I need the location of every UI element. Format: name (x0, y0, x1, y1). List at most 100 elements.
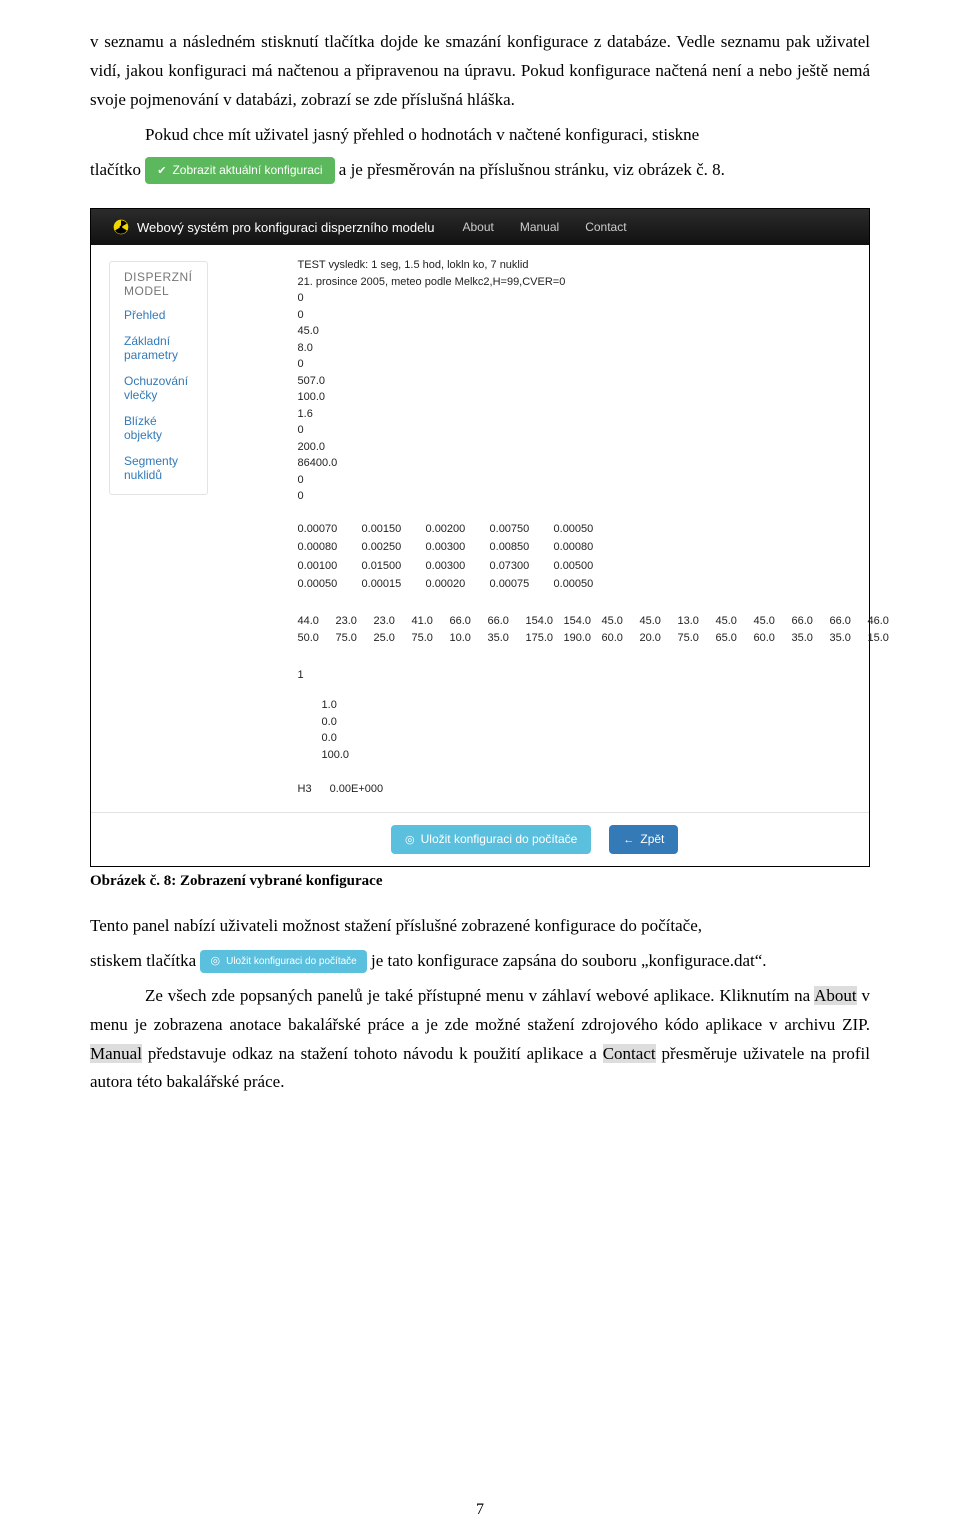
cell: 35.0 (792, 630, 820, 647)
paragraph-1a: v seznamu a následném stisknutí tlačítka… (90, 28, 870, 115)
page-number: 7 (0, 1501, 960, 1519)
contact-highlight: Contact (603, 1044, 656, 1063)
cell: 175.0 (526, 630, 554, 647)
paragraph-3: Ze všech zde popsaných panelů je také př… (90, 982, 870, 1098)
cfg-val: 100.0 (322, 747, 896, 764)
cell: 45.0 (640, 613, 668, 630)
cfg-val: 0 (298, 290, 896, 307)
cfg-val: 0.00E+000 (330, 781, 384, 798)
text-after-btn: a je přesměrován na příslušnou stránku, … (339, 160, 725, 179)
cell: 65.0 (716, 630, 744, 647)
cell: 75.0 (412, 630, 440, 647)
cfg-val: 0.0 (322, 730, 896, 747)
figure-screenshot: Webový systém pro konfiguraci disperzníh… (90, 208, 870, 867)
cell: 10.0 (450, 630, 478, 647)
manual-highlight: Manual (90, 1044, 142, 1063)
cfg-val: 1.0 (322, 697, 896, 714)
cell: 23.0 (336, 613, 364, 630)
sidebar-item-zakladni[interactable]: Základní parametry (110, 328, 207, 368)
cell: 35.0 (488, 630, 516, 647)
cfg-col2: 1.0 0.0 0.0 100.0 (322, 697, 896, 763)
download-config-button-inline[interactable]: Uložit konfiguraci do počítače (200, 950, 366, 973)
cell: 25.0 (374, 630, 402, 647)
cfg-single: 1 (298, 667, 896, 684)
paragraph-1b: Pokud chce mít uživatel jasný přehled o … (90, 121, 870, 150)
view-config-button[interactable]: Zobrazit aktuální konfiguraci (145, 157, 334, 184)
cell: 45.0 (716, 613, 744, 630)
cfg-grid5: 0.00070 0.00150 0.00200 0.00750 0.00050 … (298, 521, 896, 593)
cell: 0.00070 (298, 521, 346, 538)
cell: 0.00050 (298, 576, 346, 593)
cfg-line2: 21. prosince 2005, meteo podle Melkc2,H=… (298, 274, 896, 291)
radiation-icon (113, 219, 129, 235)
about-highlight: About (814, 986, 857, 1005)
brand-text: Webový systém pro konfiguraci disperzníh… (137, 220, 434, 235)
cell: 75.0 (678, 630, 706, 647)
back-button[interactable]: Zpět (609, 825, 678, 854)
navbar: Webový systém pro konfiguraci disperzníh… (91, 209, 869, 245)
cell: 190.0 (564, 630, 592, 647)
cfg-wide: 44.0 23.0 23.0 41.0 66.0 66.0 154.0 154.… (298, 613, 896, 647)
cell: 60.0 (754, 630, 782, 647)
cell: 0.00300 (426, 539, 474, 556)
cell: 0.00015 (362, 576, 410, 593)
cell: 0.00075 (490, 576, 538, 593)
cell: 0.00080 (554, 539, 602, 556)
cfg-val: 0.0 (322, 714, 896, 731)
sidebar-heading: DISPERZNÍ MODEL (110, 262, 207, 302)
cell: 66.0 (792, 613, 820, 630)
cfg-val: 200.0 (298, 439, 896, 456)
paragraph-1c: tlačítko Zobrazit aktuální konfiguraci a… (90, 156, 870, 185)
cell: 0.00100 (298, 558, 346, 575)
sidebar-item-ochuzovani[interactable]: Ochuzování vlečky (110, 368, 207, 408)
cell: 0.00150 (362, 521, 410, 538)
sidebar-item-blizke[interactable]: Blízké objekty (110, 408, 207, 448)
p3-c: představuje odkaz na stažení tohoto návo… (142, 1044, 603, 1063)
cell: 66.0 (830, 613, 858, 630)
brand[interactable]: Webový systém pro konfiguraci disperzníh… (113, 219, 434, 235)
sidebar: DISPERZNÍ MODEL Přehled Základní paramet… (109, 261, 208, 495)
nav-about[interactable]: About (462, 220, 493, 234)
cell: 0.00300 (426, 558, 474, 575)
cell: 0.01500 (362, 558, 410, 575)
cfg-val: 1.6 (298, 406, 896, 423)
nav-manual[interactable]: Manual (520, 220, 559, 234)
cell: 45.0 (754, 613, 782, 630)
cell: 13.0 (678, 613, 706, 630)
cell: 154.0 (564, 613, 592, 630)
cfg-last: H3 0.00E+000 (298, 781, 896, 798)
cfg-val: 45.0 (298, 323, 896, 340)
cfg-val: 507.0 (298, 373, 896, 390)
cfg-val: 0 (298, 422, 896, 439)
cell: 15.0 (868, 630, 896, 647)
cell: 0.00250 (362, 539, 410, 556)
cell: 41.0 (412, 613, 440, 630)
paragraph-2a: Tento panel nabízí uživateli možnost sta… (90, 912, 870, 941)
paragraph-2b: stiskem tlačítka Uložit konfiguraci do p… (90, 947, 870, 976)
cfg-val: 86400.0 (298, 455, 896, 472)
sidebar-item-segmenty[interactable]: Segmenty nuklidů (110, 448, 207, 488)
cell: 0.00020 (426, 576, 474, 593)
text-before-btn: tlačítko (90, 160, 145, 179)
p3-a: Ze všech zde popsaných panelů je také př… (145, 986, 814, 1005)
cell: 0.00050 (554, 521, 602, 538)
cell: 46.0 (868, 613, 896, 630)
config-dump: TEST vysledk: 1 seg, 1.5 hod, lokln ko, … (298, 261, 896, 798)
cfg-line1: TEST vysledk: 1 seg, 1.5 hod, lokln ko, … (298, 257, 896, 274)
cell: 45.0 (602, 613, 630, 630)
cell: 75.0 (336, 630, 364, 647)
cfg-val: H3 (298, 781, 312, 798)
cell: 0.00200 (426, 521, 474, 538)
cell: 20.0 (640, 630, 668, 647)
nav-contact[interactable]: Contact (585, 220, 626, 234)
download-config-button[interactable]: Uložit konfiguraci do počítače (391, 825, 591, 854)
cell: 35.0 (830, 630, 858, 647)
sidebar-item-prehled[interactable]: Přehled (110, 302, 207, 328)
cell: 0.00080 (298, 539, 346, 556)
cell: 0.00850 (490, 539, 538, 556)
cfg-val: 0 (298, 488, 896, 505)
cell: 0.00050 (554, 576, 602, 593)
text-after-btn2: je tato konfigurace zapsána do souboru „… (371, 951, 767, 970)
cfg-val: 0 (298, 307, 896, 324)
cell: 44.0 (298, 613, 326, 630)
